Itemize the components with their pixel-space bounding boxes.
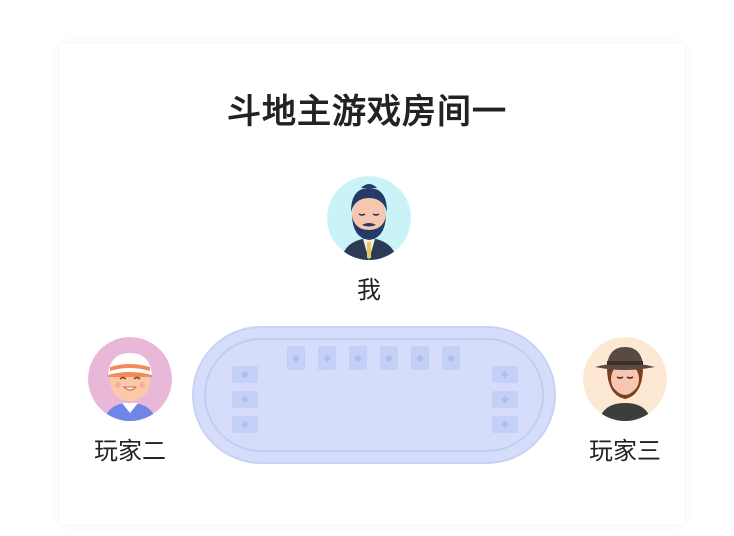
table-card-top: ◆	[380, 346, 398, 370]
player-three[interactable]: 玩家三	[575, 337, 675, 466]
table-card-top: ◆	[411, 346, 429, 370]
player-two[interactable]: 玩家二	[80, 337, 180, 466]
table-card-right: ◆	[492, 366, 518, 383]
cap-boy-avatar-icon[interactable]	[88, 337, 172, 421]
table-card-right: ◆	[492, 416, 518, 433]
table-card-top: ◆	[442, 346, 460, 370]
player-self-name: 我	[357, 276, 381, 304]
table-card-top: ◆	[349, 346, 367, 370]
table-card-right: ◆	[492, 391, 518, 408]
bearded-man-avatar-icon[interactable]	[327, 176, 411, 260]
game-table: ◆ ◆ ◆ ◆ ◆ ◆ ◆ ◆ ◆ ◆ ◆ ◆	[192, 326, 556, 464]
table-card-left: ◆	[232, 416, 258, 433]
table-card-left: ◆	[232, 391, 258, 408]
hat-man-avatar-icon[interactable]	[583, 337, 667, 421]
player-self[interactable]: 我	[326, 176, 412, 305]
table-card-left: ◆	[232, 366, 258, 383]
table-card-top: ◆	[318, 346, 336, 370]
player-three-name: 玩家三	[589, 437, 661, 465]
room-title: 斗地主游戏房间一	[227, 92, 507, 132]
player-two-name: 玩家二	[94, 437, 166, 465]
table-card-top: ◆	[287, 346, 305, 370]
